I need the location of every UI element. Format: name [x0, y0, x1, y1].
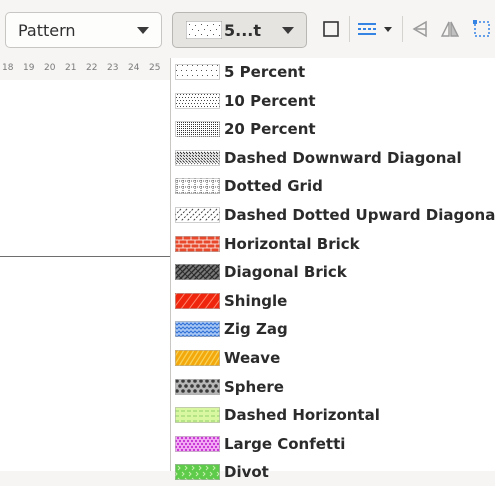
pattern-item[interactable]: Dashed Horizontal: [175, 401, 380, 429]
ruler-tick: 21: [65, 63, 77, 73]
horizontal-ruler: 18 19 20 21 22 23 24 25: [0, 58, 172, 80]
pattern-item-label: Divot: [224, 463, 269, 482]
toolbar-separator: [349, 16, 350, 42]
pattern-item[interactable]: 20 Percent: [175, 115, 316, 143]
chevron-down-icon: [282, 27, 294, 34]
pattern-swatch-icon: [175, 264, 220, 281]
pattern-item[interactable]: Dashed Downward Diagonal: [175, 144, 462, 172]
pattern-dropdown[interactable]: 5...t: [172, 12, 307, 48]
pattern-item[interactable]: Dashed Dotted Upward Diagonal: [175, 201, 495, 229]
toolbar: Pattern 5...t: [0, 0, 495, 58]
pattern-item-label: Large Confetti: [224, 434, 346, 453]
pattern-swatch-icon: [175, 64, 220, 80]
area-style-dropdown[interactable]: Pattern: [5, 12, 162, 48]
pattern-swatch-icon: [175, 121, 220, 138]
pattern-item[interactable]: Diagonal Brick: [175, 258, 347, 286]
pattern-item-label: Sphere: [224, 377, 284, 396]
ruler-tick: 20: [44, 63, 56, 73]
pattern-item[interactable]: 10 Percent: [175, 87, 316, 115]
pattern-item[interactable]: Dotted Grid: [175, 172, 323, 200]
pattern-item[interactable]: Weave: [175, 344, 280, 372]
chevron-down-icon: [137, 27, 149, 34]
pattern-item[interactable]: Horizontal Brick: [175, 230, 360, 258]
pattern-item-label: Dotted Grid: [224, 177, 323, 196]
ruler-tick: 23: [107, 63, 119, 73]
pattern-item-label: Horizontal Brick: [224, 234, 360, 253]
pattern-swatch-icon: [175, 464, 220, 481]
pattern-item-label: Weave: [224, 349, 281, 367]
line-style-icon: [358, 23, 392, 35]
flip-button[interactable]: [438, 14, 462, 44]
ruler-tick: 22: [86, 63, 98, 73]
pattern-item-label: Shingle: [224, 291, 288, 310]
shadow-box-button[interactable]: [318, 14, 344, 44]
shadow-box-icon: [323, 21, 339, 37]
pattern-item-label: 10 Percent: [224, 91, 316, 110]
transform-icon: [473, 20, 490, 37]
pattern-swatch-icon: [175, 435, 220, 452]
line-style-button[interactable]: [356, 14, 396, 44]
pattern-item-label: 20 Percent: [224, 120, 316, 139]
pattern-item-label: Zig Zag: [224, 320, 288, 339]
pattern-swatch-icon: [175, 350, 220, 366]
pattern-item[interactable]: Sphere: [175, 373, 284, 401]
pattern-swatch-icon: [175, 292, 220, 309]
pattern-item[interactable]: Divot: [175, 458, 269, 486]
pattern-list-popup: 5 Percent 10 Percent 20 Percent Dashed Down…: [170, 58, 495, 481]
pattern-swatch-icon: [175, 407, 220, 424]
ruler-tick: 25: [149, 63, 161, 73]
pattern-swatch-icon: [175, 178, 220, 195]
flip-icon: [440, 21, 460, 37]
pattern-item-label: 5 Percent: [224, 63, 306, 81]
pattern-item-label: Dashed Dotted Upward Diagonal: [224, 206, 495, 224]
pattern-swatch-icon: [175, 321, 220, 338]
pattern-item[interactable]: Shingle: [175, 287, 287, 315]
toolbar-separator: [402, 16, 403, 42]
align-icon: [412, 20, 427, 38]
shape-line[interactable]: [0, 256, 172, 257]
pattern-item[interactable]: Large Confetti: [175, 430, 345, 458]
pattern-swatch-icon: [175, 235, 220, 252]
align-button[interactable]: [408, 14, 432, 44]
ruler-tick: 19: [23, 63, 35, 73]
pattern-item[interactable]: 5 Percent: [175, 58, 305, 86]
pattern-item-label: Diagonal Brick: [224, 263, 347, 282]
pattern-item-label: Dashed Downward Diagonal: [224, 148, 462, 167]
pattern-preview-icon: [186, 21, 222, 39]
pattern-item-label: Dashed Horizontal: [224, 406, 380, 425]
pattern-swatch-icon: [175, 149, 220, 166]
pattern-item[interactable]: Zig Zag: [175, 315, 288, 343]
area-style-label: Pattern: [18, 20, 76, 40]
transform-button[interactable]: [468, 14, 494, 44]
ruler-tick: 18: [2, 63, 14, 73]
pattern-swatch-icon: [175, 207, 220, 223]
pattern-selected-label: 5...t: [224, 20, 262, 40]
pattern-swatch-icon: [175, 378, 220, 395]
ruler-tick: 24: [128, 63, 140, 73]
pattern-swatch-icon: [175, 92, 220, 109]
document-canvas[interactable]: [0, 80, 172, 471]
